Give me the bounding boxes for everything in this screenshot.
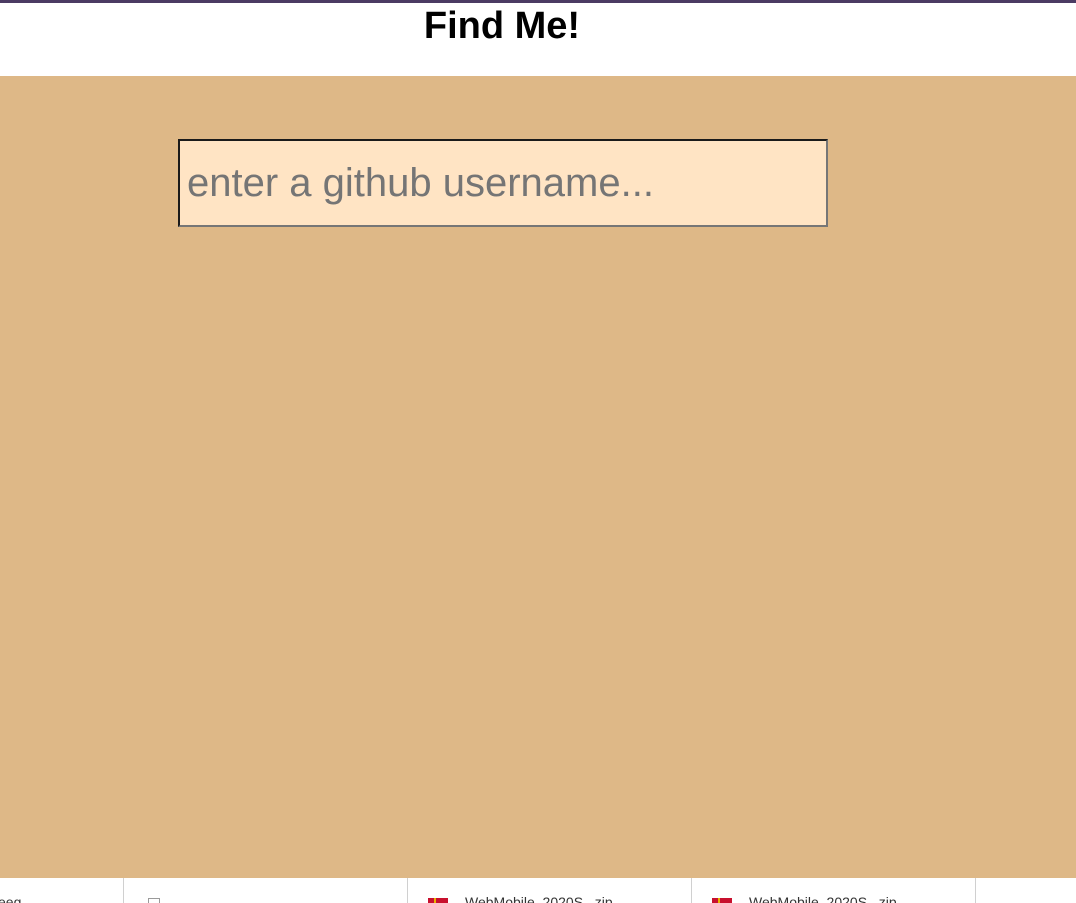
- file-icon: [148, 898, 160, 903]
- download-item[interactable]: [124, 878, 408, 903]
- main-content: [0, 76, 1076, 878]
- download-item[interactable]: WebMobile_2020S...zip: [408, 878, 692, 903]
- zip-archive-icon: [428, 898, 448, 903]
- download-shelf: eeg WebMobile_2020S...zip WebMobile_2020…: [0, 878, 1076, 903]
- username-search-input[interactable]: [178, 139, 828, 227]
- download-item[interactable]: WebMobile_2020S...zip: [692, 878, 976, 903]
- page-header: Find Me!: [0, 3, 1076, 76]
- zip-archive-icon: [712, 898, 732, 903]
- download-item-label: eeg: [0, 894, 22, 903]
- download-item-label: WebMobile_2020S...zip: [749, 894, 897, 903]
- page-title: Find Me!: [423, 5, 581, 47]
- download-item-label: WebMobile_2020S...zip: [465, 894, 613, 903]
- download-item[interactable]: eeg: [0, 878, 124, 903]
